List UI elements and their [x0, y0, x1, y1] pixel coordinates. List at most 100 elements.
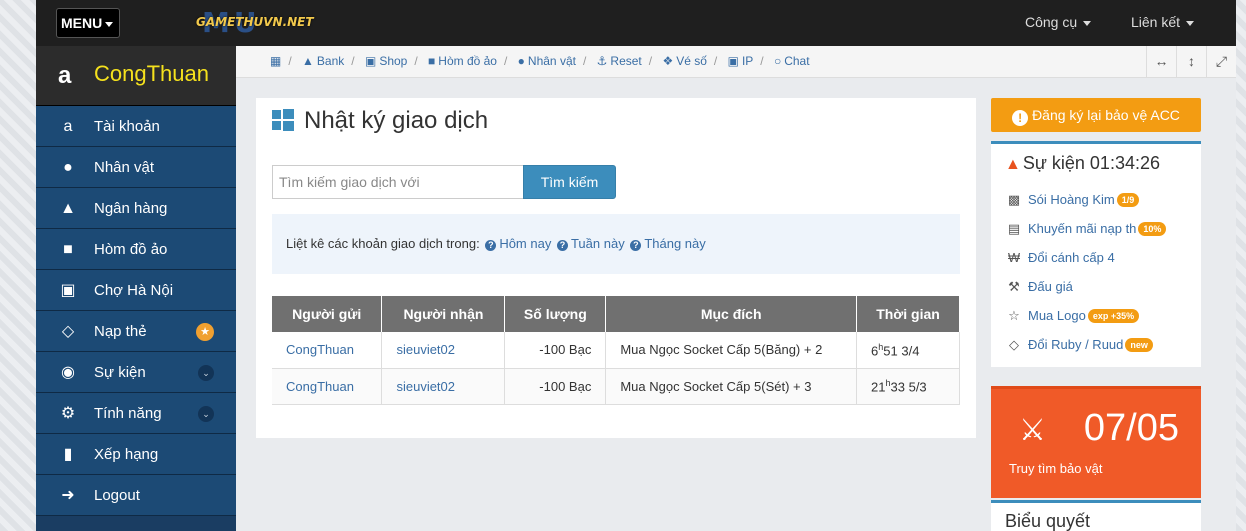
bank-icon: ▲	[60, 200, 76, 217]
sender-link[interactable]: CongThuan	[272, 332, 383, 369]
event-item[interactable]: ₩ Đổi cánh cấp 4	[1005, 248, 1115, 268]
event-item[interactable]: ⚒ Đấu giá	[1005, 277, 1073, 297]
bar-chart-icon: ▮	[63, 446, 73, 463]
sidebar-item-virtual-chest[interactable]: ■ Hòm đồ ảo	[36, 229, 236, 270]
anchor-icon: ⚓	[596, 54, 608, 68]
event-item[interactable]: ▩ Sói Hoàng Kim 1/9	[1005, 190, 1140, 210]
breadcrumb-label: Chat	[784, 54, 810, 68]
purpose-cell: Mua Ngọc Socket Cấp 5(Sét) + 3	[605, 368, 858, 405]
vote-panel: Biểu quyết	[991, 500, 1201, 531]
page-title: Nhật ký giao dịch	[272, 106, 488, 136]
events-title: ▲ Sự kiện 01:34:26	[1005, 153, 1160, 174]
event-item[interactable]: ☆ Mua Logo exp +35%	[1005, 306, 1140, 326]
comment-icon: ○	[773, 54, 782, 68]
expand-vertical-icon[interactable]: ↕	[1176, 46, 1206, 77]
time-cell: 6h51 3/4	[856, 332, 960, 369]
column-header[interactable]: Số lượng	[504, 296, 607, 332]
menu-button[interactable]: MENU	[56, 8, 121, 38]
period-filter: Liệt kê các khoản giao dịch trong: ? Hôm …	[272, 214, 960, 274]
breadcrumb-shop[interactable]: ▣ Shop	[365, 54, 407, 68]
user-icon: ●	[517, 54, 525, 68]
breadcrumb-character[interactable]: ● Nhân vật	[518, 54, 576, 68]
cart-icon: ▣	[364, 54, 377, 68]
column-header[interactable]: Người gửi	[272, 296, 383, 332]
sidebar-item-bank[interactable]: ▲ Ngân hàng	[36, 188, 236, 229]
column-header[interactable]: Thời gian	[856, 296, 960, 332]
sidebar-item-label: Tài khoản	[94, 118, 160, 135]
breadcrumb-ip[interactable]: ▣ IP	[728, 54, 754, 68]
protect-button-label: Đăng ký lại bảo vệ ACC	[1032, 107, 1180, 123]
reregister-protection-button[interactable]: ! Đăng ký lại bảo vệ ACC	[991, 98, 1201, 132]
sidebar-item-label: Chợ Hà Nội	[94, 282, 174, 299]
question-icon: ?	[556, 240, 568, 251]
filter-today-link[interactable]: Hôm nay	[499, 236, 551, 251]
breadcrumb-virtual-chest[interactable]: ■ Hòm đồ ảo	[428, 54, 497, 68]
time-cell: 21h33 5/3	[856, 368, 960, 405]
treasure-hunt-card[interactable]: ⚔ 07/05 Truy tìm bảo vật	[991, 386, 1201, 498]
breadcrumb-label: Bank	[316, 54, 345, 68]
breadcrumb-reset[interactable]: ⚓ Reset	[597, 54, 642, 68]
cart-icon: ▣	[60, 282, 76, 299]
gift-icon: ▩	[1007, 192, 1021, 207]
sidebar-item-ranking[interactable]: ▮ Xếp hạng	[36, 434, 236, 475]
receiver-link[interactable]: sieuviet02	[381, 332, 506, 369]
chevron-down-icon: ⌄	[198, 406, 214, 422]
links-label: Liên kết	[1131, 14, 1181, 30]
menu-label: MENU	[61, 15, 103, 31]
calendar-icon[interactable]: ▦	[270, 54, 281, 68]
bank-icon: ▲	[302, 54, 314, 68]
user-name: CongThuan	[94, 61, 209, 86]
breadcrumb-label: Reset	[610, 54, 642, 68]
search-input[interactable]	[272, 165, 524, 199]
column-header[interactable]: Người nhận	[381, 296, 506, 332]
site-logo[interactable]: MU GAMETHUVN.NET	[196, 8, 336, 38]
user-icon: ●	[63, 159, 73, 176]
fire-icon: ▲	[1005, 156, 1021, 173]
sidebar-item-character[interactable]: ● Nhân vật	[36, 147, 236, 188]
filter-prefix: Liệt kê các khoản giao dịch trong:	[286, 236, 480, 251]
sidebar-item-events[interactable]: ◉ Sự kiện ⌄	[36, 352, 236, 393]
event-item[interactable]: ◇ Đổi Ruby / Ruud new	[1005, 335, 1153, 355]
column-header[interactable]: Mục đích	[605, 296, 858, 332]
sidebar-item-logout[interactable]: ➜ Logout	[36, 475, 236, 516]
event-label: Đổi Ruby / Ruud	[1028, 337, 1124, 352]
receiver-link[interactable]: sieuviet02	[381, 368, 506, 405]
breadcrumb-lottery[interactable]: ❖ Vé số	[662, 54, 706, 68]
table-row: CongThuan sieuviet02 -100 Bạc Mua Ngọc S…	[272, 368, 960, 405]
sidebar-item-label: Nhân vật	[94, 159, 155, 176]
question-icon: ?	[630, 240, 642, 251]
sidebar-item-market[interactable]: ▣ Chợ Hà Nội	[36, 270, 236, 311]
tools-dropdown[interactable]: Công cụ	[1025, 0, 1092, 44]
breadcrumb-chat[interactable]: ○ Chat	[774, 54, 810, 68]
sidebar-item-label: Nạp thẻ	[94, 323, 147, 340]
sender-link[interactable]: CongThuan	[272, 368, 383, 405]
sidebar-item-account[interactable]: a Tài khoản	[36, 106, 236, 147]
sidebar-item-label: Logout	[94, 487, 140, 504]
links-dropdown[interactable]: Liên kết	[1131, 0, 1195, 44]
vote-title: Biểu quyết	[1005, 511, 1091, 531]
caret-down-icon	[105, 21, 114, 27]
question-icon: ?	[485, 240, 497, 251]
briefcase-icon: ■	[428, 54, 436, 68]
search-button[interactable]: Tìm kiếm	[523, 165, 616, 199]
time-hour: 21	[871, 379, 886, 395]
star-outline-icon: ☆	[1008, 308, 1020, 323]
breadcrumb-bank[interactable]: ▲ Bank	[302, 54, 344, 68]
purpose-cell: Mua Ngọc Socket Cấp 5(Băng) + 2	[605, 332, 858, 369]
right-background-pattern	[1236, 0, 1246, 531]
filter-month-link[interactable]: Tháng này	[644, 236, 705, 251]
filter-week-link[interactable]: Tuần này	[571, 236, 625, 251]
layout-tools: ↔ ↕ ⤢	[1146, 46, 1236, 77]
expand-horizontal-icon[interactable]: ↔	[1146, 46, 1176, 77]
breadcrumb-label: IP	[741, 54, 754, 68]
sidebar-item-top-up[interactable]: ◇ Nạp thẻ ★	[36, 311, 236, 352]
ticket-icon: ❖	[662, 54, 674, 68]
caret-down-icon	[1186, 20, 1195, 26]
diamond-icon: ◇	[1009, 337, 1019, 352]
fullscreen-icon[interactable]: ⤢	[1206, 46, 1236, 77]
event-item[interactable]: ▤ Khuyến mãi nạp th 10%	[1005, 219, 1167, 239]
sidebar-item-features[interactable]: ⚙ Tính năng ⌄	[36, 393, 236, 434]
money-icon: ▤	[1007, 221, 1021, 236]
gavel-icon: ⚒	[1008, 279, 1020, 294]
sidebar-item-label: Sự kiện	[94, 364, 146, 381]
